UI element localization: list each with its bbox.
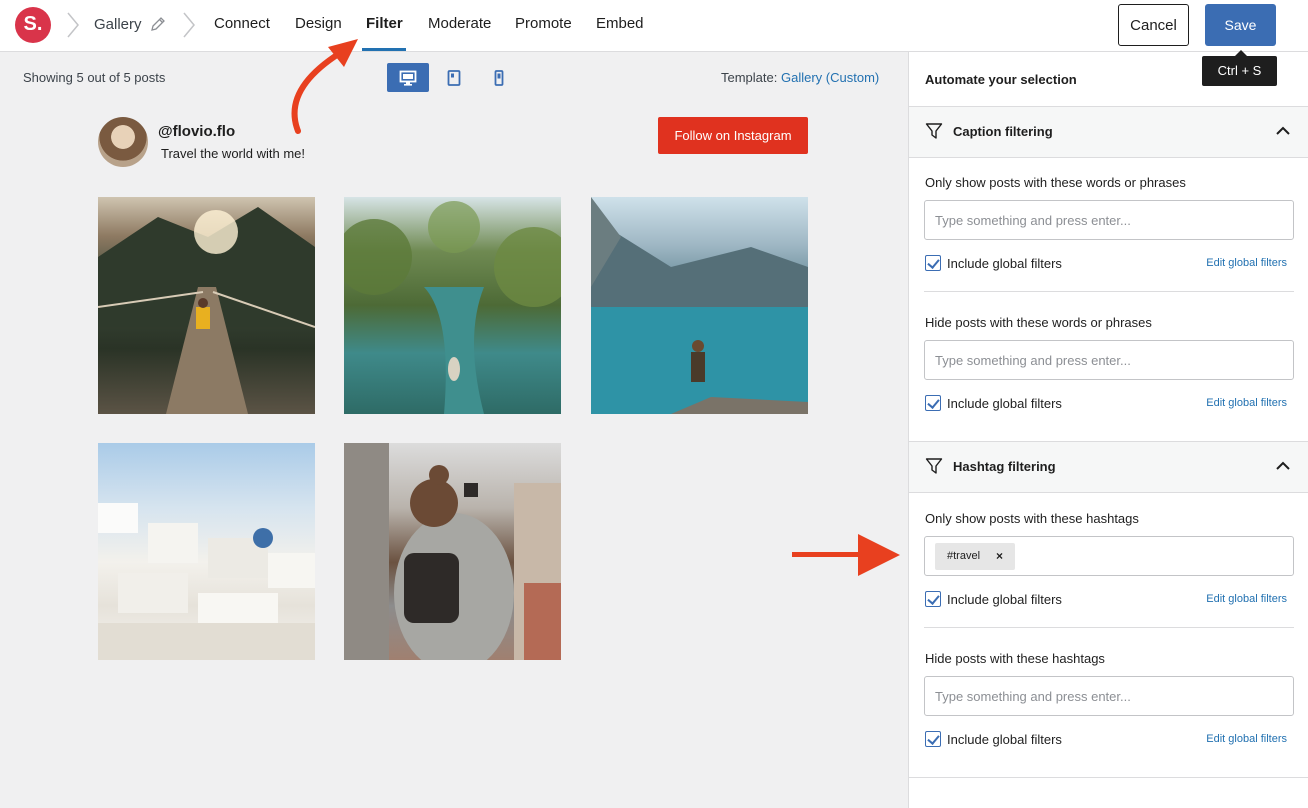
template-label: Template: xyxy=(721,70,778,85)
pencil-icon[interactable] xyxy=(150,16,166,32)
tab-connect[interactable]: Connect xyxy=(214,15,270,32)
chevron-up-icon[interactable] xyxy=(1275,460,1291,472)
feed-post-4[interactable] xyxy=(98,443,315,660)
feed-post-2[interactable] xyxy=(344,197,561,414)
sidebar-title: Automate your selection xyxy=(925,72,1077,87)
hashtag-show-global-row: Include global filters Edit global filte… xyxy=(925,591,1295,609)
cancel-button[interactable]: Cancel xyxy=(1118,4,1189,46)
template-indicator: Template: Gallery (Custom) xyxy=(721,70,879,85)
profile-bio: Travel the world with me! xyxy=(161,146,306,161)
city-traveler-photo-image xyxy=(344,443,561,660)
include-global-filters-label: Include global filters xyxy=(947,592,1062,607)
caption-show-label: Only show posts with these words or phra… xyxy=(925,175,1186,190)
caption-show-input[interactable] xyxy=(924,200,1294,240)
chevron-up-icon[interactable] xyxy=(1275,125,1291,137)
divider xyxy=(909,777,1308,778)
divider xyxy=(909,157,1308,158)
phone-view-button[interactable] xyxy=(478,63,520,92)
edit-global-filters-link[interactable]: Edit global filters xyxy=(1206,397,1287,409)
save-shortcut-tooltip: Ctrl + S xyxy=(1202,50,1277,86)
annotation-arrow-icon xyxy=(792,534,900,576)
edit-global-filters-link[interactable]: Edit global filters xyxy=(1206,593,1287,605)
hashtag-filtering-header[interactable]: Hashtag filtering xyxy=(909,442,1308,492)
breadcrumb-chevron-icon xyxy=(67,12,79,38)
tab-design[interactable]: Design xyxy=(295,15,342,32)
feed-post-5[interactable] xyxy=(344,443,561,660)
remove-tag-icon[interactable]: × xyxy=(996,543,1003,570)
caption-filtering-header[interactable]: Caption filtering xyxy=(909,107,1308,157)
desktop-icon xyxy=(399,70,417,86)
divider xyxy=(909,492,1308,493)
hashtag-show-label: Only show posts with these hashtags xyxy=(925,511,1139,526)
divider xyxy=(924,291,1294,292)
desktop-view-button[interactable] xyxy=(387,63,429,92)
filter-sidebar: Automate your selection Caption filterin… xyxy=(908,52,1308,808)
tab-moderate[interactable]: Moderate xyxy=(428,15,491,32)
app-logo[interactable]: S. xyxy=(15,7,51,43)
active-tab-indicator xyxy=(362,48,406,51)
include-global-filters-checkbox[interactable] xyxy=(925,395,941,411)
edit-global-filters-link[interactable]: Edit global filters xyxy=(1206,733,1287,745)
hashtag-hide-label: Hide posts with these hashtags xyxy=(925,651,1105,666)
tab-filter[interactable]: Filter xyxy=(366,15,403,32)
profile-handle: @flovio.flo xyxy=(158,123,236,140)
white-village-photo-image xyxy=(98,503,315,660)
caption-show-global-row: Include global filters Edit global filte… xyxy=(925,255,1295,273)
include-global-filters-checkbox[interactable] xyxy=(925,591,941,607)
funnel-icon xyxy=(925,123,943,139)
breadcrumb-chevron-icon xyxy=(183,12,195,38)
hashtag-hide-global-row: Include global filters Edit global filte… xyxy=(925,731,1295,749)
feed-post-1[interactable] xyxy=(98,197,315,414)
tablet-icon xyxy=(447,69,461,86)
bridge-photo-image xyxy=(98,207,315,414)
phone-icon xyxy=(494,69,504,86)
save-button[interactable]: Save xyxy=(1205,4,1276,46)
hashtag-show-input[interactable]: #travel × xyxy=(924,536,1294,576)
include-global-filters-label: Include global filters xyxy=(947,256,1062,271)
tab-promote[interactable]: Promote xyxy=(515,15,572,32)
include-global-filters-checkbox[interactable] xyxy=(925,255,941,271)
funnel-icon xyxy=(925,458,943,474)
caption-hide-global-row: Include global filters Edit global filte… xyxy=(925,395,1295,413)
template-link[interactable]: Gallery (Custom) xyxy=(781,70,879,85)
post-count-text: Showing 5 out of 5 posts xyxy=(23,70,166,85)
caption-filtering-title: Caption filtering xyxy=(953,124,1053,139)
jungle-river-photo-image xyxy=(344,201,561,414)
hashtag-hide-input[interactable] xyxy=(924,676,1294,716)
edit-global-filters-link[interactable]: Edit global filters xyxy=(1206,257,1287,269)
hashtag-chip: #travel × xyxy=(935,543,1015,570)
top-bar: S. Gallery Connect Design Filter Moderat… xyxy=(0,0,1308,52)
mountain-lake-photo-image xyxy=(591,197,808,414)
hashtag-filtering-title: Hashtag filtering xyxy=(953,459,1056,474)
tab-embed[interactable]: Embed xyxy=(596,15,644,32)
include-global-filters-label: Include global filters xyxy=(947,396,1062,411)
breadcrumb-title[interactable]: Gallery xyxy=(94,16,142,33)
follow-on-instagram-button[interactable]: Follow on Instagram xyxy=(658,117,808,154)
caption-hide-input[interactable] xyxy=(924,340,1294,380)
divider xyxy=(924,627,1294,628)
tablet-view-button[interactable] xyxy=(433,63,475,92)
hashtag-chip-label: #travel xyxy=(947,550,981,562)
feed-post-3[interactable] xyxy=(591,197,808,414)
caption-hide-label: Hide posts with these words or phrases xyxy=(925,315,1152,330)
include-global-filters-label: Include global filters xyxy=(947,732,1062,747)
avatar xyxy=(98,117,148,167)
include-global-filters-checkbox[interactable] xyxy=(925,731,941,747)
